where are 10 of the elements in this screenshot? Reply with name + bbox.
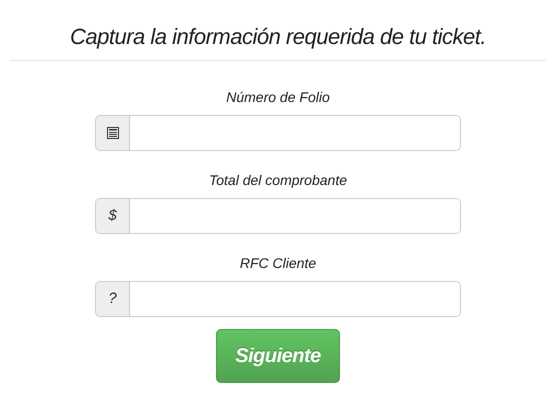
input-field[interactable]: ? (95, 281, 461, 317)
field-label: Número de Folio (225, 88, 331, 107)
input-field[interactable]: $ (95, 198, 461, 234)
list-icon (106, 127, 118, 139)
input-field[interactable] (95, 115, 461, 151)
page-title: Captura la información requerida de tu ticket. (68, 23, 487, 51)
addon-symbol: ? (108, 288, 117, 309)
addon-symbol: $ (108, 206, 117, 226)
field-label: RFC Cliente (238, 254, 318, 273)
field-label: Total del comprobante (208, 171, 348, 190)
